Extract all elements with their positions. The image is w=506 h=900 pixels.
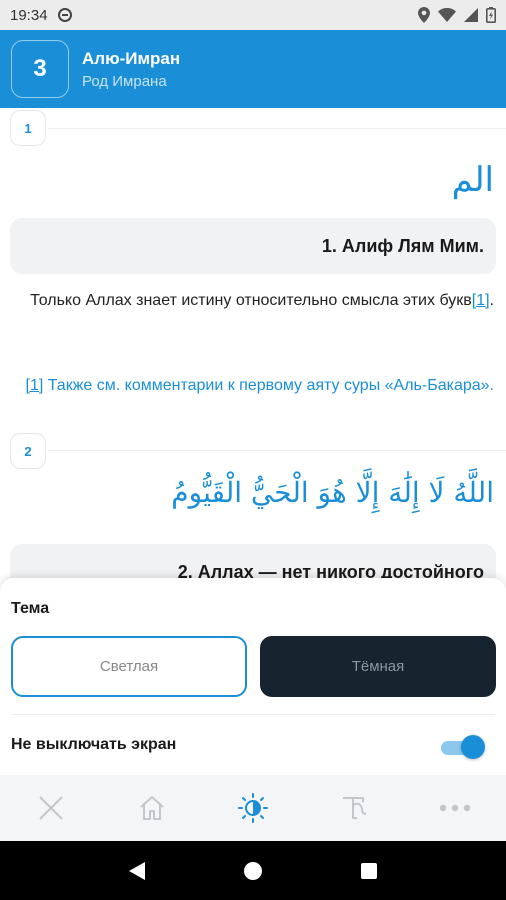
- nav-text-style[interactable]: [304, 775, 405, 841]
- status-time: 19:34: [10, 6, 48, 24]
- theme-light-button[interactable]: Светлая: [11, 636, 247, 697]
- nav-close[interactable]: [0, 775, 101, 841]
- home-icon: [140, 796, 164, 820]
- close-icon: [38, 796, 63, 820]
- nav-home[interactable]: [101, 775, 202, 841]
- ayah-list[interactable]: 1 الم 1. Алиф Лям Мим. Только Аллах знае…: [0, 108, 506, 578]
- ayah-arabic-text: الم: [451, 160, 494, 200]
- home-button-icon[interactable]: [242, 860, 264, 882]
- status-bar: 19:34: [0, 0, 506, 30]
- nav-brightness[interactable]: [202, 775, 303, 841]
- ayah-number-badge[interactable]: 2: [10, 433, 46, 469]
- surah-title: Алю-Имран: [82, 48, 181, 68]
- bottom-nav: [0, 775, 506, 841]
- more-icon: [440, 804, 471, 812]
- surah-subtitle: Род Имрана: [82, 72, 167, 90]
- theme-dark-label: Тёмная: [351, 658, 405, 675]
- commentary-text: Только Аллах знает истину относительно с…: [30, 292, 472, 309]
- ayah-number-badge[interactable]: 1: [10, 110, 46, 146]
- signal-icon: [464, 8, 478, 22]
- text-style-icon: [343, 797, 367, 819]
- toggle-thumb: [461, 735, 485, 759]
- back-icon[interactable]: [127, 860, 147, 882]
- status-icons: [418, 7, 496, 23]
- ayah-translation: 1. Алиф Лям Мим.: [321, 235, 484, 256]
- header-titles: Алю-Имран Род Имрана: [82, 49, 180, 90]
- ayah-translation-card: 1. Алиф Лям Мим.: [10, 218, 496, 274]
- divider: [11, 714, 495, 715]
- ayah-translation: 2. Аллах — нет никого достойного: [177, 562, 484, 578]
- footnote-link[interactable]: [1]: [472, 292, 490, 309]
- ayah-commentary: Только Аллах знает истину относительно с…: [24, 286, 494, 315]
- surah-number-badge[interactable]: 3: [11, 40, 69, 98]
- brightness-icon: [238, 793, 268, 823]
- footnote-anchor[interactable]: [1]: [26, 377, 44, 394]
- footnote-text: Также см. комментарии к первому аяту сур…: [43, 377, 494, 394]
- ayah-arabic-text: اللَّهُ لَا إِلَٰهَ إِلَّا هُوَ الْحَيُّ…: [171, 476, 494, 509]
- wifi-icon: [438, 8, 456, 22]
- ayah-translation-card: 2. Аллах — нет никого достойного: [10, 544, 496, 578]
- theme-dark-button[interactable]: Тёмная: [260, 636, 496, 697]
- battery-icon: [486, 7, 496, 23]
- commentary-end: .: [489, 292, 494, 309]
- data-saver-icon: [57, 8, 72, 22]
- nav-more[interactable]: [405, 775, 506, 841]
- divider: [48, 450, 506, 451]
- footnote: [1] Также см. комментарии к первому аяту…: [24, 371, 495, 400]
- theme-light-label: Светлая: [99, 658, 159, 675]
- recents-icon[interactable]: [359, 861, 379, 881]
- keep-screen-toggle[interactable]: [441, 735, 485, 759]
- location-icon: [418, 7, 430, 23]
- theme-label: Тема: [11, 600, 50, 617]
- settings-sheet: Тема Светлая Тёмная Не выключать экран: [0, 578, 506, 775]
- app-header: 3 Алю-Имран Род Имрана: [0, 30, 506, 108]
- system-nav-bar: [0, 841, 506, 900]
- keep-screen-label: Не выключать экран: [11, 736, 177, 753]
- divider: [48, 128, 506, 129]
